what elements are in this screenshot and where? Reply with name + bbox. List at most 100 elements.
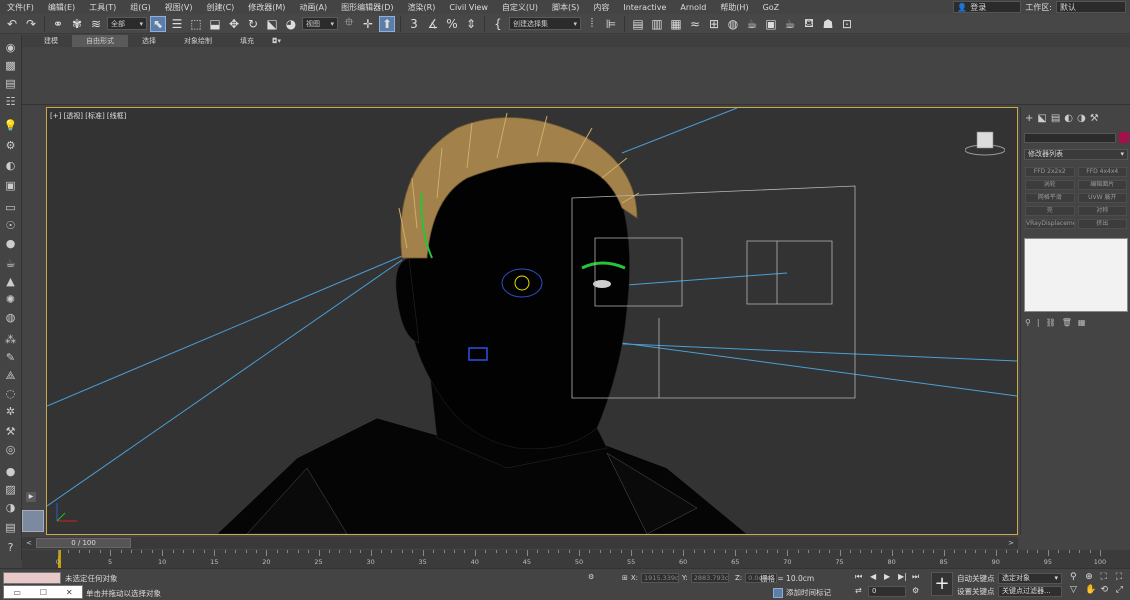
menu-item[interactable]: 修改器(M) [241,2,292,13]
scene-explorer-icon[interactable]: ◉ [3,41,18,54]
light-icon[interactable]: 💡 [3,119,18,132]
pivot-center-icon[interactable]: ⯐ [341,15,357,32]
menu-item[interactable]: 创建(C) [199,2,241,13]
selection-filter-select[interactable]: 全部 ▾ [107,17,147,30]
show-end-result-icon[interactable]: | [1037,318,1040,328]
hierarchy-tab-icon[interactable]: ▤ [1051,113,1060,124]
next-frame-icon[interactable]: ▶| [898,572,907,581]
undo-icon[interactable]: ↶ [4,16,20,32]
speaker-icon[interactable]: ◐ [3,159,18,172]
viewport-label[interactable]: [+] [透视] [标准] [线框] [50,111,126,121]
ribbon-tab-populate[interactable]: 填充 [226,35,268,47]
fov-icon[interactable]: ▽ [1070,585,1082,595]
window-crossing-icon[interactable]: ⬓ [207,16,223,32]
configure-sets-icon[interactable]: ▦ [1078,318,1086,328]
ribbon-tab-selection[interactable]: 选择 [128,35,170,47]
mirror-icon[interactable]: ⦙ [584,16,600,32]
orbit-icon[interactable]: ⟲ [1101,585,1113,595]
teapot-icon[interactable]: ☕ [3,257,18,270]
render-activeshade-icon[interactable]: ⊡ [839,16,855,32]
menu-item[interactable]: Interactive [616,3,673,12]
key-mode-icon[interactable]: ⇄ [855,586,862,595]
list-icon[interactable]: ☷ [3,95,18,108]
zoom-all-icon[interactable]: ⊕ [1085,572,1097,582]
make-unique-icon[interactable]: ⛓ [1046,318,1056,328]
reference-coord-select[interactable]: 视图 ▾ [302,17,338,30]
hair-icon[interactable]: ⚒ [3,425,18,438]
ribbon-options-icon[interactable]: ◘▾ [268,35,285,47]
render-iterative-icon[interactable]: ⛾ [801,16,817,32]
object-name-field[interactable] [1024,133,1116,143]
time-slider-next-icon[interactable]: > [1008,539,1014,547]
move-icon[interactable]: ✥ [226,16,242,32]
set-key-button[interactable]: 设置关键点 [957,586,995,597]
toggle-scene-explorer-icon[interactable]: ▥ [649,16,665,32]
layer-explorer-icon[interactable]: ▤ [630,16,646,32]
menu-item[interactable]: 脚本(S) [545,2,586,13]
select-object-icon[interactable]: ⬉ [150,15,166,32]
zoom-extents-all-icon[interactable]: ⛶ [1116,572,1128,582]
utilities-tab-icon[interactable]: ⚒ [1090,113,1099,124]
rope-icon[interactable]: ◎ [3,443,18,456]
login-button[interactable]: 👤 登录 [953,1,1022,13]
display-tab-icon[interactable]: ◑ [1077,113,1086,124]
modifier-button[interactable]: 挤出 [1077,219,1127,229]
spinner-snap-icon[interactable]: ⇕ [463,16,479,32]
camera-icon[interactable]: ⚙ [3,139,18,152]
render-setup-icon[interactable]: ☕ [744,16,760,32]
select-by-name-icon[interactable]: ☰ [169,16,185,32]
curve-editor-icon[interactable]: ≈ [687,16,703,32]
viewcube[interactable] [965,130,1005,156]
workspace-select[interactable]: 默认 [1056,1,1126,13]
close-icon[interactable]: ✕ [66,588,73,597]
angle-snap-icon[interactable]: ∡ [425,16,441,32]
toggle-icon[interactable]: ◑ [3,501,18,514]
cone-icon[interactable]: ▲ [3,275,18,288]
pin-stack-icon[interactable]: ⚲ [1025,318,1031,328]
menu-item[interactable]: 内容 [586,2,616,13]
x-coordinate-field[interactable]: 1915.339c [641,573,680,583]
modifier-button[interactable]: 对称 [1077,206,1127,216]
edit-named-sets-icon[interactable]: { [490,16,506,32]
modifier-button[interactable]: FFD 4x4x4 [1077,167,1127,177]
modifier-button[interactable]: VRayDisplacementMod [1025,219,1075,229]
key-selection-select[interactable]: 选定对象 ▾ [998,573,1062,584]
snap-3d-icon[interactable]: 3 [406,16,422,32]
menu-item[interactable]: 帮助(H) [713,2,755,13]
auto-key-button[interactable]: 自动关键点 [957,573,995,584]
modify-tab-icon[interactable]: ⬕ [1037,113,1046,124]
modifier-button[interactable]: UVW 展开 [1077,193,1127,203]
maxscript-listener[interactable] [3,572,61,584]
lock-selection-icon[interactable]: ⚙ [588,573,594,581]
object-color-swatch[interactable] [1119,132,1129,143]
named-selection-set-select[interactable]: 创建选择集 ▾ [509,17,581,30]
plant-icon[interactable]: ✲ [3,405,18,418]
ribbon-tab-object-paint[interactable]: 对象绘制 [170,35,226,47]
motion-tab-icon[interactable]: ◐ [1064,113,1073,124]
paint-icon[interactable]: ✎ [3,351,18,364]
menu-item[interactable]: Civil View [442,3,495,12]
modifier-button[interactable]: 壳 [1025,206,1075,216]
sun-icon[interactable]: ✺ [3,293,18,306]
menu-item[interactable]: Arnold [673,3,713,12]
pan-icon[interactable]: ✋ [1085,585,1097,595]
schematic-view-icon[interactable]: ⊞ [706,16,722,32]
absolute-mode-icon[interactable]: ⊞ [622,574,628,582]
help-icon[interactable]: ? [3,541,18,554]
add-time-tag[interactable]: 添加时间标记 [773,587,831,598]
prev-frame-icon[interactable]: ◀ [870,572,876,581]
link-icon[interactable]: ⚭ [50,16,66,32]
maximize-viewport-icon[interactable]: ⤢ [1116,585,1128,595]
y-coordinate-field[interactable]: 2883.793c [690,573,729,583]
current-frame-field[interactable]: 0 [868,586,906,597]
render-mode-icon[interactable]: ▨ [3,483,18,496]
menu-item[interactable]: 工具(T) [82,2,123,13]
particle-icon[interactable]: ⁂ [3,333,18,346]
modifier-button[interactable]: 涡轮 [1025,180,1075,190]
rotate-icon[interactable]: ↻ [245,16,261,32]
time-slider[interactable]: < 0 / 100 > [22,537,1018,549]
globe-icon[interactable]: ◌ [3,387,18,400]
modifier-stack[interactable] [1024,238,1128,312]
lamp-icon[interactable]: ☉ [3,219,18,232]
viewport-layout-icon[interactable]: ▩ [3,59,18,72]
